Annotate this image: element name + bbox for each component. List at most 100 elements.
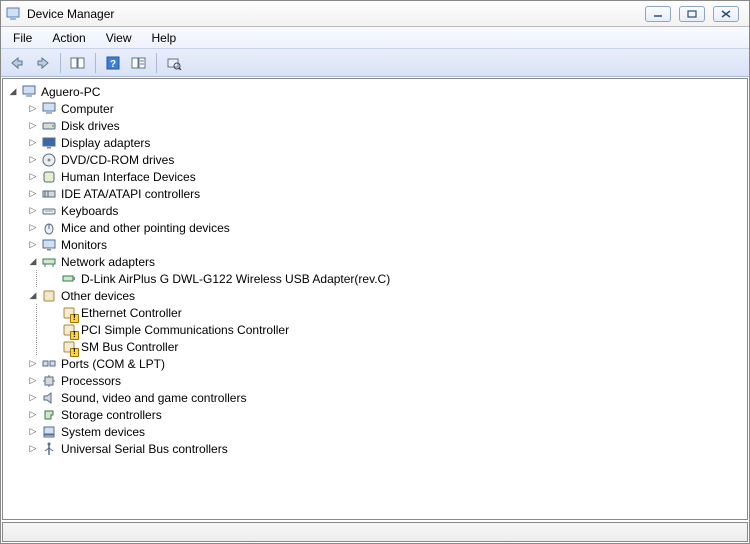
ide-icon: [41, 186, 57, 202]
tree-node-label: Monitors: [61, 238, 107, 252]
tree-node-label: System devices: [61, 425, 145, 439]
tree-node-label: Mice and other pointing devices: [61, 221, 230, 235]
tree-node-label: Disk drives: [61, 119, 120, 133]
menu-file[interactable]: File: [5, 29, 40, 47]
close-button[interactable]: [713, 6, 739, 22]
help-button[interactable]: ?: [101, 52, 125, 74]
tree-node-label: DVD/CD-ROM drives: [61, 153, 174, 167]
display-icon: [41, 135, 57, 151]
tree-node[interactable]: ▷Ports (COM & LPT): [27, 355, 747, 372]
status-bar: [2, 522, 748, 542]
tree-node-label: Display adapters: [61, 136, 150, 150]
tree-node-label: D-Link AirPlus G DWL-G122 Wireless USB A…: [81, 272, 390, 286]
expand-icon[interactable]: ▷: [27, 171, 39, 183]
expand-icon[interactable]: ▷: [27, 375, 39, 387]
usb-icon: [41, 441, 57, 457]
tree-node[interactable]: ▷ Human Interface Devices: [27, 168, 747, 185]
tree-node-label: Other devices: [61, 289, 135, 303]
tree-node[interactable]: PCI Simple Communications Controller: [47, 321, 747, 338]
expand-icon[interactable]: ▷: [27, 239, 39, 251]
tree-node-label: Keyboards: [61, 204, 118, 218]
tree-node[interactable]: ▷ Mice and other pointing devices: [27, 219, 747, 236]
tree-node[interactable]: ▷ IDE ATA/ATAPI controllers: [27, 185, 747, 202]
collapse-icon[interactable]: ◢: [27, 290, 39, 302]
other-icon: [41, 288, 57, 304]
toolbar: ?: [1, 49, 749, 77]
tree-node[interactable]: ◢Network adapters: [27, 253, 747, 270]
tree-root-node[interactable]: ◢ Aguero-PC: [7, 83, 747, 100]
collapse-icon[interactable]: ◢: [27, 256, 39, 268]
menu-help[interactable]: Help: [144, 29, 185, 47]
computer-icon: [41, 101, 57, 117]
hid-icon: [41, 169, 57, 185]
ports-icon: [41, 356, 57, 372]
toolbar-separator: [60, 53, 61, 73]
expand-icon[interactable]: ▷: [27, 188, 39, 200]
expand-icon[interactable]: ▷: [27, 222, 39, 234]
expand-icon[interactable]: ▷: [27, 103, 39, 115]
tree-node-label: Storage controllers: [61, 408, 162, 422]
tree-node[interactable]: D-Link AirPlus G DWL-G122 Wireless USB A…: [47, 270, 747, 287]
maximize-button[interactable]: [679, 6, 705, 22]
monitor-icon: [41, 237, 57, 253]
tree-node-label: Human Interface Devices: [61, 170, 196, 184]
tree-node[interactable]: ▷ Computer: [27, 100, 747, 117]
tree-node[interactable]: ▷Processors: [27, 372, 747, 389]
cdrom-icon: [41, 152, 57, 168]
forward-button[interactable]: [31, 52, 55, 74]
tree-root-label: Aguero-PC: [41, 85, 100, 99]
expand-icon[interactable]: ▷: [27, 392, 39, 404]
tree-node[interactable]: ◢ Other devices: [27, 287, 747, 304]
device-tree[interactable]: ◢Aguero-PC▷Computer▷Disk drives▷Display …: [2, 78, 748, 520]
titlebar: Device Manager: [1, 1, 749, 27]
scan-hardware-button[interactable]: [162, 52, 186, 74]
toolbar-separator: [156, 53, 157, 73]
expand-icon[interactable]: ▷: [27, 205, 39, 217]
menubar: File Action View Help: [1, 27, 749, 49]
properties-button[interactable]: [127, 52, 151, 74]
unknown-icon: [61, 322, 77, 338]
tree-node[interactable]: Ethernet Controller: [47, 304, 747, 321]
tree-node-label: PCI Simple Communications Controller: [81, 323, 289, 337]
expand-icon[interactable]: ▷: [27, 120, 39, 132]
expand-icon[interactable]: ▷: [27, 358, 39, 370]
network-icon: [41, 254, 57, 270]
minimize-button[interactable]: [645, 6, 671, 22]
sound-icon: [41, 390, 57, 406]
tree-node-label: Universal Serial Bus controllers: [61, 442, 228, 456]
tree-node[interactable]: ▷ Monitors: [27, 236, 747, 253]
expand-icon[interactable]: ▷: [27, 409, 39, 421]
tree-node-label: Sound, video and game controllers: [61, 391, 246, 405]
keyboard-icon: [41, 203, 57, 219]
tree-node-label: IDE ATA/ATAPI controllers: [61, 187, 200, 201]
expand-icon[interactable]: ▷: [27, 137, 39, 149]
warning-badge-icon: [70, 348, 79, 357]
expand-icon[interactable]: ▷: [27, 426, 39, 438]
tree-node-label: SM Bus Controller: [81, 340, 178, 354]
menu-action[interactable]: Action: [44, 29, 93, 47]
computer-icon: [21, 84, 37, 100]
collapse-icon[interactable]: ◢: [7, 86, 19, 98]
tree-node[interactable]: ▷ Keyboards: [27, 202, 747, 219]
tree-node[interactable]: ▷ Disk drives: [27, 117, 747, 134]
window-controls: [645, 6, 745, 22]
tree-node[interactable]: ▷ Universal Serial Bus controllers: [27, 440, 747, 457]
expand-icon[interactable]: ▷: [27, 154, 39, 166]
tree-node[interactable]: ▷ System devices: [27, 423, 747, 440]
system-icon: [41, 424, 57, 440]
show-hide-console-button[interactable]: [66, 52, 90, 74]
tree-node[interactable]: ▷ DVD/CD-ROM drives: [27, 151, 747, 168]
menu-view[interactable]: View: [98, 29, 140, 47]
back-button[interactable]: [5, 52, 29, 74]
svg-text:?: ?: [110, 59, 116, 70]
tree-node[interactable]: SM Bus Controller: [47, 338, 747, 355]
tree-node[interactable]: ▷ Sound, video and game controllers: [27, 389, 747, 406]
tree-node[interactable]: ▷ Display adapters: [27, 134, 747, 151]
tree-node[interactable]: ▷ Storage controllers: [27, 406, 747, 423]
app-icon: [5, 6, 21, 22]
tree-node-label: Computer: [61, 102, 114, 116]
mouse-icon: [41, 220, 57, 236]
tree-node-label: Ethernet Controller: [81, 306, 182, 320]
expand-icon[interactable]: ▷: [27, 443, 39, 455]
adapter-icon: [61, 271, 77, 287]
